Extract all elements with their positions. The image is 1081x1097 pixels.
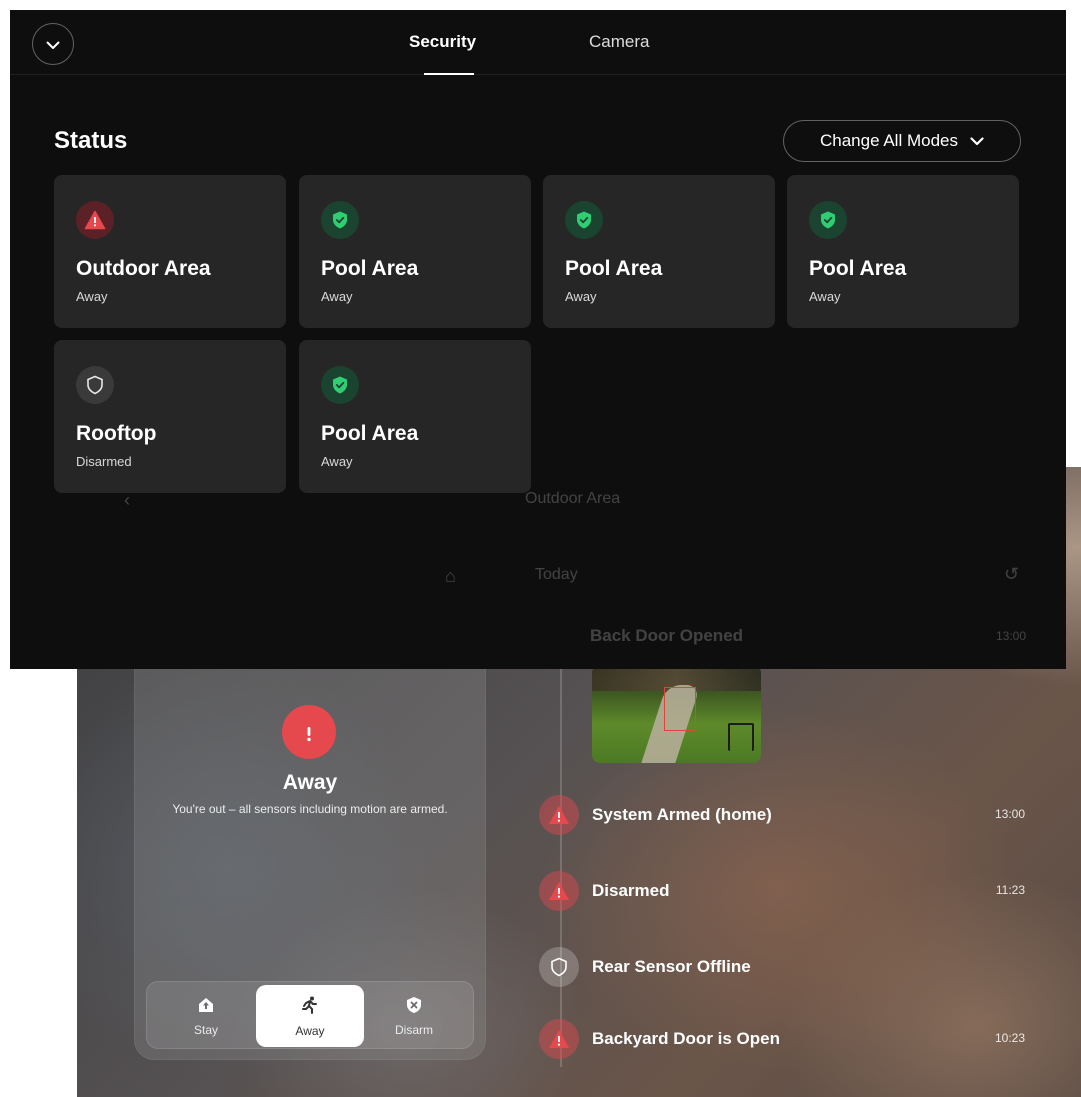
area-card[interactable]: Pool Area Away <box>299 340 531 493</box>
mode-selector: Stay Away Disarm <box>146 981 474 1049</box>
event-item[interactable]: System Armed (home) 13:00 <box>539 795 1025 835</box>
shield-x-icon <box>405 996 423 1017</box>
area-mode: Away <box>321 289 353 304</box>
area-name: Pool Area <box>321 422 419 445</box>
area-name: Pool Area <box>321 257 419 280</box>
tab-security[interactable]: Security <box>409 32 476 52</box>
back-chevron-icon: ‹ <box>124 490 130 510</box>
timeline-line <box>560 647 562 1067</box>
background-event-title: Back Door Opened <box>590 626 744 645</box>
home-up-icon <box>197 996 215 1017</box>
change-all-modes-label: Change All Modes <box>820 131 958 150</box>
collapse-button[interactable] <box>32 23 74 65</box>
event-item[interactable]: Rear Sensor Offline <box>539 947 1025 987</box>
area-card[interactable]: Rooftop Disarmed <box>54 340 286 493</box>
event-item[interactable]: Disarmed 11:23 <box>539 871 1025 911</box>
event-time: 13:00 <box>994 807 1025 821</box>
warning-triangle-icon <box>539 795 579 835</box>
warning-triangle-icon <box>282 705 336 759</box>
mode-away-label: Away <box>295 1023 325 1038</box>
background-day-label: Today <box>535 566 578 583</box>
shield-check-icon <box>565 201 603 239</box>
warning-triangle-icon <box>539 871 579 911</box>
area-card[interactable]: Pool Area Away <box>299 175 531 328</box>
warning-triangle-icon <box>539 1019 579 1059</box>
area-mode: Disarmed <box>76 454 132 469</box>
mode-disarm-label: Disarm <box>395 1022 433 1037</box>
history-icon: ↺ <box>1004 564 1020 584</box>
event-title: Rear Sensor Offline <box>592 957 751 976</box>
shield-check-icon <box>321 201 359 239</box>
running-person-icon <box>300 995 320 1018</box>
area-card[interactable]: Outdoor Area Away <box>54 175 286 328</box>
area-name: Rooftop <box>76 422 157 445</box>
bank-icon: ⌂ <box>445 566 456 586</box>
mode-stay-label: Stay <box>193 1022 218 1037</box>
event-title: Backyard Door is Open <box>592 1029 781 1048</box>
area-mode: Away <box>565 289 597 304</box>
event-item[interactable]: Backyard Door is Open 10:23 <box>539 1019 1025 1059</box>
shield-check-icon <box>809 201 847 239</box>
security-status-sheet: ‹ Outdoor Area Today Back Door Opened 13… <box>10 10 1066 669</box>
section-title: Status <box>54 127 128 154</box>
area-card[interactable]: Pool Area Away <box>787 175 1019 328</box>
mode-stay-button[interactable]: Stay <box>152 985 260 1047</box>
event-time: 11:23 <box>995 883 1025 897</box>
chevron-down-icon <box>970 131 984 151</box>
tab-camera[interactable]: Camera <box>589 32 649 52</box>
shield-check-icon <box>321 366 359 404</box>
area-card[interactable]: Pool Area Away <box>543 175 775 328</box>
mode-away-button[interactable]: Away <box>256 985 364 1047</box>
area-name: Pool Area <box>565 257 663 280</box>
event-snapshot-thumbnail[interactable] <box>592 665 761 763</box>
shield-outline-icon <box>539 947 579 987</box>
warning-triangle-icon <box>76 201 114 239</box>
background-area-title: Outdoor Area <box>525 490 621 507</box>
shield-outline-icon <box>76 366 114 404</box>
area-mode: Away <box>76 289 108 304</box>
area-mode: Away <box>321 454 353 469</box>
mode-disarm-button[interactable]: Disarm <box>360 985 468 1047</box>
area-mode: Away <box>809 289 841 304</box>
event-title: Disarmed <box>592 881 670 900</box>
area-name: Pool Area <box>809 257 907 280</box>
header-divider <box>10 74 1066 75</box>
event-time: 10:23 <box>994 1031 1025 1045</box>
background-event-time: 13:00 <box>996 629 1027 643</box>
change-all-modes-button[interactable]: Change All Modes <box>783 120 1021 162</box>
chevron-down-icon <box>46 35 60 54</box>
event-title: System Armed (home) <box>592 805 772 824</box>
mode-description: You're out – all sensors including motio… <box>172 802 448 816</box>
area-name: Outdoor Area <box>76 257 211 280</box>
mode-title: Away <box>282 771 338 794</box>
